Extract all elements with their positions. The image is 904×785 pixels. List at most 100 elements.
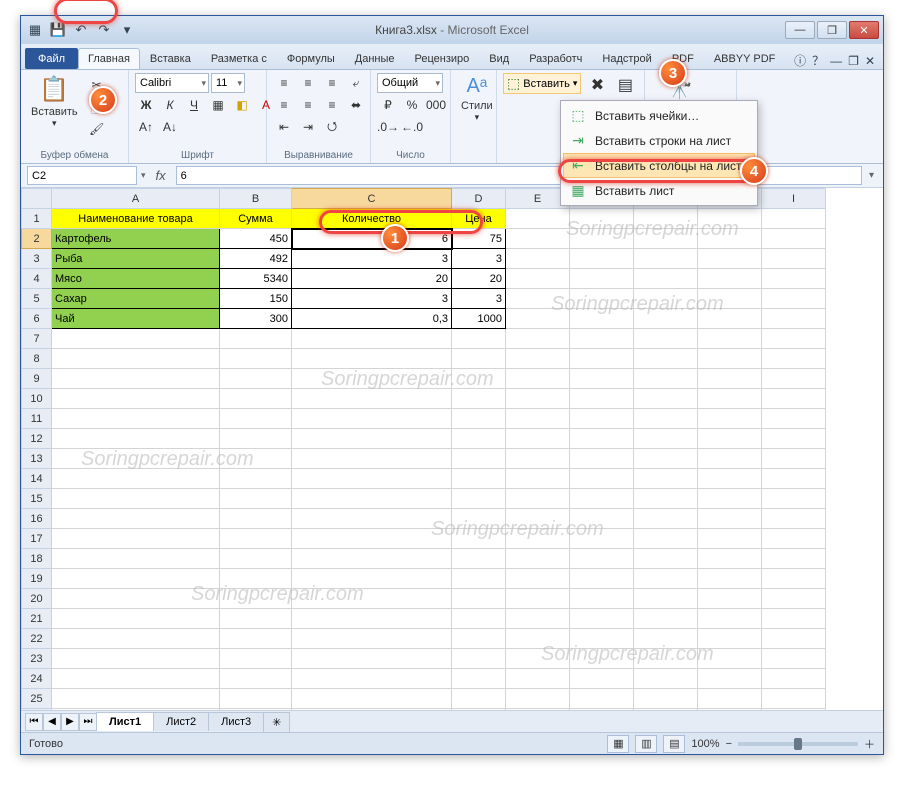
ribbon-help-icon[interactable]: ？ bbox=[812, 52, 824, 69]
align-center-button[interactable]: ≡ bbox=[297, 95, 319, 115]
row-header-1[interactable]: 1 bbox=[22, 209, 52, 229]
cell-D17[interactable] bbox=[452, 529, 506, 549]
cell-E16[interactable] bbox=[506, 509, 570, 529]
cell-C22[interactable] bbox=[292, 629, 452, 649]
row-header-12[interactable]: 12 bbox=[22, 429, 52, 449]
cell-E23[interactable] bbox=[506, 649, 570, 669]
cell-F26[interactable] bbox=[570, 709, 634, 711]
row-header-10[interactable]: 10 bbox=[22, 389, 52, 409]
cell-D18[interactable] bbox=[452, 549, 506, 569]
cell-H16[interactable] bbox=[698, 509, 762, 529]
cell-G25[interactable] bbox=[634, 689, 698, 709]
cell-I2[interactable] bbox=[762, 229, 826, 249]
sheet-tab-Лист2[interactable]: Лист2 bbox=[153, 712, 209, 731]
qat-more-icon[interactable]: ▾ bbox=[117, 20, 137, 40]
cell-D12[interactable] bbox=[452, 429, 506, 449]
cell-D25[interactable] bbox=[452, 689, 506, 709]
orientation-button[interactable]: ⭯ bbox=[321, 117, 343, 137]
row-header-16[interactable]: 16 bbox=[22, 509, 52, 529]
cell-E25[interactable] bbox=[506, 689, 570, 709]
sheet-tab-Лист1[interactable]: Лист1 bbox=[96, 712, 154, 731]
cell-B12[interactable] bbox=[220, 429, 292, 449]
cell-A1[interactable]: Наименование товара bbox=[52, 209, 220, 229]
cell-F23[interactable] bbox=[570, 649, 634, 669]
cell-D24[interactable] bbox=[452, 669, 506, 689]
comma-button[interactable]: 000 bbox=[425, 95, 447, 115]
cell-E22[interactable] bbox=[506, 629, 570, 649]
redo-icon[interactable]: ↷ bbox=[94, 20, 114, 40]
cell-I7[interactable] bbox=[762, 329, 826, 349]
namebox-dropdown-icon[interactable]: ▾ bbox=[141, 170, 146, 181]
cell-C7[interactable] bbox=[292, 329, 452, 349]
cell-B8[interactable] bbox=[220, 349, 292, 369]
zoom-out-button[interactable]: − bbox=[726, 738, 732, 750]
cell-D21[interactable] bbox=[452, 609, 506, 629]
tab-вид[interactable]: Вид bbox=[479, 48, 519, 69]
fill-color-button[interactable]: ◧ bbox=[231, 95, 253, 115]
cell-E26[interactable] bbox=[506, 709, 570, 711]
row-header-17[interactable]: 17 bbox=[22, 529, 52, 549]
spreadsheet-grid[interactable]: ABCDEFGHI1Наименование товараСуммаКоличе… bbox=[21, 188, 826, 710]
save-icon[interactable]: 💾 bbox=[48, 20, 68, 40]
cell-G10[interactable] bbox=[634, 389, 698, 409]
cell-I15[interactable] bbox=[762, 489, 826, 509]
cell-I12[interactable] bbox=[762, 429, 826, 449]
column-header-I[interactable]: I bbox=[762, 189, 826, 209]
zoom-in-button[interactable]: ＋ bbox=[864, 736, 875, 752]
cell-B18[interactable] bbox=[220, 549, 292, 569]
cell-A19[interactable] bbox=[52, 569, 220, 589]
cell-A20[interactable] bbox=[52, 589, 220, 609]
cell-F24[interactable] bbox=[570, 669, 634, 689]
cell-C25[interactable] bbox=[292, 689, 452, 709]
cell-D5[interactable]: 3 bbox=[452, 289, 506, 309]
sheet-nav-prev[interactable]: ◀ bbox=[43, 713, 61, 731]
cell-A6[interactable]: Чай bbox=[52, 309, 220, 329]
cell-E1[interactable] bbox=[506, 209, 570, 229]
cell-G1[interactable] bbox=[634, 209, 698, 229]
close-button[interactable]: ✕ bbox=[849, 21, 879, 39]
cell-C24[interactable] bbox=[292, 669, 452, 689]
cell-E17[interactable] bbox=[506, 529, 570, 549]
cell-A3[interactable]: Рыба bbox=[52, 249, 220, 269]
cell-B2[interactable]: 450 bbox=[220, 229, 292, 249]
tab-надстрой[interactable]: Надстрой bbox=[592, 48, 661, 69]
cell-C1[interactable]: Количество bbox=[292, 209, 452, 229]
cell-I4[interactable] bbox=[762, 269, 826, 289]
cell-I11[interactable] bbox=[762, 409, 826, 429]
zoom-slider[interactable] bbox=[738, 742, 858, 746]
cell-D4[interactable]: 20 bbox=[452, 269, 506, 289]
expand-formula-icon[interactable]: ▾ bbox=[866, 170, 877, 181]
decrease-indent-button[interactable]: ⇤ bbox=[273, 117, 295, 137]
cell-H19[interactable] bbox=[698, 569, 762, 589]
cell-A2[interactable]: Картофель bbox=[52, 229, 220, 249]
format-painter-icon[interactable]: 🖌 bbox=[86, 119, 108, 139]
row-header-2[interactable]: 2 bbox=[22, 229, 52, 249]
cell-B10[interactable] bbox=[220, 389, 292, 409]
cell-B19[interactable] bbox=[220, 569, 292, 589]
cell-G21[interactable] bbox=[634, 609, 698, 629]
cell-C9[interactable] bbox=[292, 369, 452, 389]
cell-D7[interactable] bbox=[452, 329, 506, 349]
cell-A7[interactable] bbox=[52, 329, 220, 349]
insert-menu-item-3[interactable]: ▦Вставить лист bbox=[563, 178, 755, 203]
fx-icon[interactable]: fx bbox=[150, 168, 172, 183]
row-header-24[interactable]: 24 bbox=[22, 669, 52, 689]
italic-button[interactable]: К bbox=[159, 95, 181, 115]
cell-A9[interactable] bbox=[52, 369, 220, 389]
cell-C5[interactable]: 3 bbox=[292, 289, 452, 309]
cell-F14[interactable] bbox=[570, 469, 634, 489]
cell-D11[interactable] bbox=[452, 409, 506, 429]
cell-I14[interactable] bbox=[762, 469, 826, 489]
cell-D15[interactable] bbox=[452, 489, 506, 509]
row-header-14[interactable]: 14 bbox=[22, 469, 52, 489]
cell-B13[interactable] bbox=[220, 449, 292, 469]
cell-A23[interactable] bbox=[52, 649, 220, 669]
cell-H26[interactable] bbox=[698, 709, 762, 711]
cell-G18[interactable] bbox=[634, 549, 698, 569]
cell-G26[interactable] bbox=[634, 709, 698, 711]
styles-button[interactable]: Aᵃ Стили ▾ bbox=[457, 73, 497, 125]
cell-G19[interactable] bbox=[634, 569, 698, 589]
cell-E24[interactable] bbox=[506, 669, 570, 689]
cell-D23[interactable] bbox=[452, 649, 506, 669]
cell-D2[interactable]: 75 bbox=[452, 229, 506, 249]
